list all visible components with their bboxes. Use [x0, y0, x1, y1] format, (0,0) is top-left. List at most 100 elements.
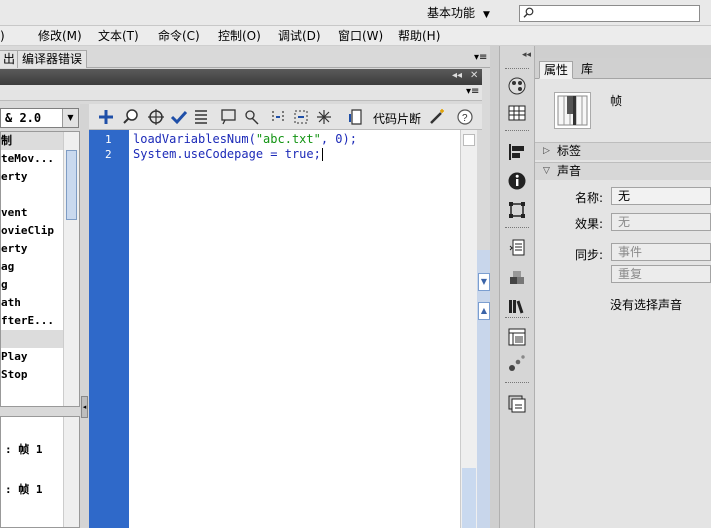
chevron-down-icon: ▼: [483, 10, 490, 20]
menu-debug[interactable]: 调试(D): [278, 28, 321, 44]
toolbox-item[interactable]: [1, 186, 63, 204]
editor-right-strip: ▼ ▲: [477, 130, 490, 528]
code-line-1: loadVariablesNum("abc.txt", 0);: [133, 132, 357, 146]
code-snippets-label[interactable]: 代码片断: [373, 110, 421, 127]
info-icon[interactable]: [507, 171, 527, 191]
sound-effect-select[interactable]: 无: [611, 213, 711, 231]
dock-separator: [505, 227, 529, 229]
dock-separator: [505, 317, 529, 319]
menu-modify[interactable]: 修改(M): [38, 28, 82, 44]
strip-background: [477, 130, 490, 250]
toolbox-item[interactable]: teMov...: [1, 150, 63, 168]
history-icon[interactable]: [507, 394, 527, 414]
target-path-icon[interactable]: [147, 108, 165, 126]
actions-subheader: ▾≡: [0, 85, 482, 101]
add-statement-icon[interactable]: [97, 108, 115, 126]
code-snippets-icon[interactable]: [347, 108, 365, 126]
collapse-selection-icon[interactable]: [292, 108, 310, 126]
transform-icon[interactable]: [507, 200, 527, 220]
library-icon[interactable]: [507, 296, 527, 316]
toolbox-item[interactable]: g: [1, 276, 63, 294]
toolbox-item[interactable]: fterE...: [1, 312, 63, 330]
effect-label: 效果:: [575, 217, 604, 231]
code-hint-icon[interactable]: [220, 108, 238, 126]
frame-icon: [557, 95, 588, 126]
close-icon[interactable]: ✕: [470, 70, 478, 81]
frame-label: 帧: [610, 94, 623, 108]
debug-options-icon[interactable]: [243, 108, 261, 126]
actionscript-version-select[interactable]: & 2.0 ▼: [0, 108, 79, 128]
menu-text[interactable]: 文本(T): [98, 28, 139, 44]
line-number: 2: [105, 148, 112, 161]
chevron-up-icon[interactable]: ▲: [478, 302, 490, 320]
script-editor[interactable]: loadVariablesNum("abc.txt", 0); System.u…: [129, 130, 460, 528]
toolbox-category[interactable]: [1, 330, 63, 348]
motion-presets-icon[interactable]: [507, 353, 527, 373]
tab-library[interactable]: 库: [577, 61, 597, 79]
dock-gap: [490, 46, 499, 528]
scroll-track[interactable]: [462, 468, 476, 528]
sound-sync-select[interactable]: 事件: [611, 243, 711, 261]
collapse-arrow-icon[interactable]: ◂: [81, 396, 88, 418]
find-icon[interactable]: [122, 108, 140, 126]
section-sound[interactable]: ▽ 声音: [535, 162, 711, 180]
dock-separator: [505, 130, 529, 132]
swatches-icon[interactable]: [507, 103, 527, 123]
sound-name-select[interactable]: 无: [611, 187, 711, 205]
panel-icon-dock: ◂◂: [499, 46, 535, 528]
props-gap: [535, 46, 711, 58]
toolbox-item[interactable]: ag: [1, 258, 63, 276]
menu-window[interactable]: 窗口(W): [338, 28, 383, 44]
movie-explorer-icon[interactable]: [507, 327, 527, 347]
editor-scrollbar[interactable]: [460, 130, 477, 528]
collapse-icon[interactable]: ◂◂: [452, 70, 462, 81]
script-nav-item[interactable]: : 帧 1: [5, 441, 43, 457]
align-icon[interactable]: [507, 142, 527, 162]
toolbox-scrollbar[interactable]: [63, 132, 79, 406]
toolbox-item[interactable]: ovieClip: [1, 222, 63, 240]
auto-format-icon[interactable]: [192, 108, 210, 126]
menu-control[interactable]: 控制(O): [218, 28, 261, 44]
help-icon[interactable]: ?: [456, 108, 474, 126]
actions-title-bar: ◂◂ ✕: [0, 69, 482, 85]
tab-compiler-errors[interactable]: 编译器错误: [17, 50, 88, 68]
help-search-input[interactable]: [519, 5, 700, 22]
actions-panel-icon[interactable]: [507, 238, 527, 258]
menu-partial-view[interactable]: ): [0, 28, 5, 44]
chevron-down-icon[interactable]: ▼: [478, 273, 490, 291]
script-nav-item[interactable]: : 帧 1: [5, 481, 43, 497]
color-palette-icon[interactable]: [507, 76, 527, 96]
menu-commands[interactable]: 命令(C): [158, 28, 200, 44]
toolbox-category[interactable]: 制: [1, 132, 63, 150]
panel-options-icon[interactable]: ▾≡: [466, 86, 479, 97]
workspace-label: 基本功能: [427, 6, 476, 20]
sound-repeat-select[interactable]: 重复: [611, 265, 711, 283]
toolbox-item[interactable]: erty: [1, 168, 63, 186]
components-icon[interactable]: [507, 268, 527, 288]
menu-help[interactable]: 帮助(H): [398, 28, 440, 44]
expand-arrow-icon: ▷: [543, 146, 550, 156]
tab-properties[interactable]: 属性: [539, 61, 574, 79]
string-literal: "abc.txt": [255, 132, 321, 146]
magic-wand-icon[interactable]: [428, 108, 446, 126]
panel-menu-icon[interactable]: ▾≡: [474, 52, 487, 63]
section-label[interactable]: ▷ 标签: [535, 142, 711, 160]
toolbox-item[interactable]: Play: [1, 348, 63, 366]
svg-text:?: ?: [462, 113, 468, 124]
navigator-scrollbar[interactable]: [63, 417, 79, 527]
toolbox-item[interactable]: ath: [1, 294, 63, 312]
collapse-between-braces-icon[interactable]: [269, 108, 287, 126]
name-label: 名称:: [575, 191, 604, 205]
expand-all-icon[interactable]: [315, 108, 333, 126]
toolbox-item[interactable]: erty: [1, 240, 63, 258]
scroll-thumb[interactable]: [66, 150, 77, 220]
version-value: & 2.0: [5, 111, 42, 125]
panel-splitter[interactable]: ◂: [80, 104, 89, 528]
scroll-up-button[interactable]: [463, 134, 475, 146]
check-syntax-icon[interactable]: [170, 108, 188, 126]
chevron-down-icon: ▼: [62, 109, 78, 127]
toolbox-item[interactable]: Stop: [1, 366, 63, 384]
toolbox-item[interactable]: vent: [1, 204, 63, 222]
workspace-switcher[interactable]: 基本功能 ▼: [427, 4, 490, 22]
expand-dock-icon[interactable]: ◂◂: [522, 50, 531, 60]
